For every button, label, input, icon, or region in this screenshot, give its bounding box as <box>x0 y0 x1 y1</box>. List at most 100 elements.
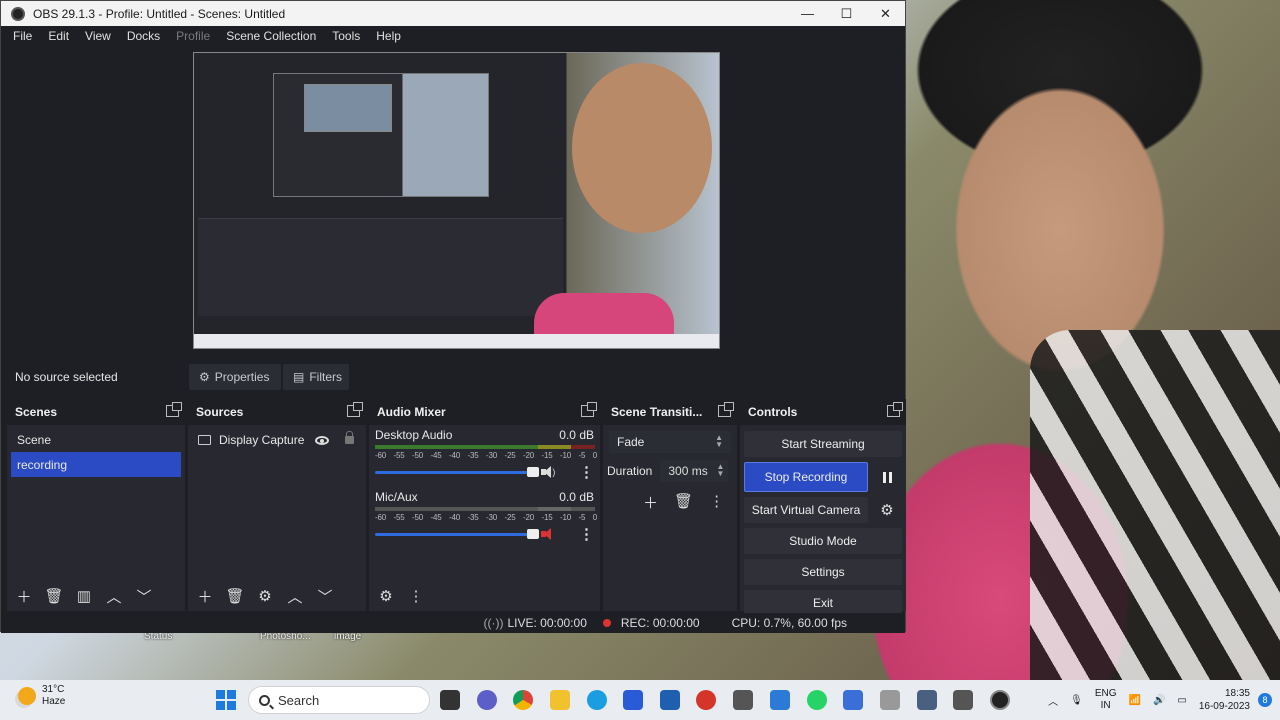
weather-widget[interactable]: 31°C Haze <box>18 684 65 708</box>
whatsapp-icon[interactable] <box>807 690 827 710</box>
slider-handle[interactable] <box>527 466 540 477</box>
properties-button[interactable]: ⚙ Properties <box>189 364 281 390</box>
app-icon[interactable] <box>623 690 643 710</box>
lock-icon[interactable] <box>345 431 354 444</box>
notification-badge[interactable]: 8 <box>1258 693 1272 707</box>
virtual-camera-gear-icon[interactable]: ⚙ <box>872 497 902 523</box>
obs-taskbar-icon[interactable] <box>990 690 1010 710</box>
source-properties-gear-icon[interactable]: ⚙ <box>254 585 276 607</box>
search-label: Search <box>278 692 320 708</box>
pause-recording-icon[interactable] <box>872 463 902 491</box>
wifi-icon[interactable]: 📶 <box>1128 695 1140 706</box>
title-bar[interactable]: OBS 29.1.3 - Profile: Untitled - Scenes:… <box>1 1 905 26</box>
undock-icon[interactable] <box>887 402 903 417</box>
menu-file[interactable]: File <box>5 29 40 43</box>
close-button[interactable]: ✕ <box>866 1 905 26</box>
controls-title: Controls <box>748 405 798 419</box>
add-transition-icon[interactable]: ＋ <box>643 492 658 513</box>
speaker-icon[interactable]: ) <box>541 465 557 479</box>
calculator-icon[interactable] <box>953 690 973 710</box>
add-scene-icon[interactable]: ＋ <box>13 585 35 607</box>
minimize-button[interactable]: — <box>788 1 827 26</box>
stop-recording-button[interactable]: Stop Recording <box>744 462 868 492</box>
add-source-icon[interactable]: ＋ <box>194 585 216 607</box>
move-down-icon[interactable]: ﹀ <box>133 585 155 607</box>
scene-item-selected[interactable]: recording <box>11 452 181 477</box>
scene-item[interactable]: Scene <box>7 427 185 452</box>
menu-edit[interactable]: Edit <box>40 29 77 43</box>
live-status: LIVE: 00:00:00 <box>507 616 587 630</box>
preview-taskbar <box>194 334 719 348</box>
muted-speaker-icon[interactable] <box>541 527 557 541</box>
menu-docks[interactable]: Docks <box>119 29 168 43</box>
chevron-updown-icon: ▲ ▼ <box>715 433 723 449</box>
move-up-icon[interactable]: ︿ <box>103 585 125 607</box>
chevron-updown-icon[interactable]: ▲ ▼ <box>716 463 724 478</box>
app-icon[interactable] <box>843 690 863 710</box>
chevron-up-icon[interactable]: ︿ <box>1048 693 1058 708</box>
menu-tools[interactable]: Tools <box>324 29 368 43</box>
move-up-icon[interactable]: ︿ <box>284 585 306 607</box>
remove-source-icon[interactable]: 🗑 <box>224 585 246 607</box>
battery-icon[interactable]: ▭ <box>1177 695 1186 706</box>
clock[interactable]: 18:35 16-09-2023 <box>1199 687 1250 713</box>
advanced-audio-gear-icon[interactable]: ⚙ <box>375 585 397 607</box>
gear-icon: ⚙ <box>199 370 210 384</box>
filters-button[interactable]: ▤ Filters <box>283 364 349 390</box>
sources-footer: ＋ 🗑 ⚙ ︿ ﹀ <box>188 581 366 611</box>
edge-icon[interactable] <box>587 690 607 710</box>
camera-icon[interactable] <box>917 690 937 710</box>
status-bar: ((·)) LIVE: 00:00:00 REC: 00:00:00 CPU: … <box>1 613 905 633</box>
menu-view[interactable]: View <box>77 29 119 43</box>
slider-handle[interactable] <box>527 528 540 539</box>
menu-help[interactable]: Help <box>368 29 409 43</box>
studio-mode-button[interactable]: Studio Mode <box>744 528 902 554</box>
menu-profile[interactable]: Profile <box>168 29 218 43</box>
eye-icon[interactable] <box>315 435 329 445</box>
transition-menu-icon[interactable]: ⋮ <box>709 492 724 513</box>
transition-select[interactable]: Fade ▲ ▼ <box>609 431 731 453</box>
vscode-icon[interactable] <box>770 690 790 710</box>
source-item[interactable]: Display Capture <box>188 427 366 453</box>
app-icon[interactable] <box>733 690 753 710</box>
system-tray: ︿ 🎙 ENG IN 📶 🔊 ▭ 18:35 16-09-2023 8 <box>1048 680 1280 720</box>
file-explorer-icon[interactable] <box>550 690 570 710</box>
start-virtual-camera-button[interactable]: Start Virtual Camera <box>744 497 868 523</box>
remove-transition-icon[interactable]: 🗑 <box>674 492 693 513</box>
devcpp-icon[interactable] <box>696 690 716 710</box>
app-icon[interactable] <box>880 690 900 710</box>
scenes-footer: ＋ 🗑 ▥ ︿ ﹀ <box>7 581 185 611</box>
task-view-icon[interactable] <box>440 690 460 710</box>
more-options-icon[interactable]: ⋮ <box>579 527 594 542</box>
transition-selected: Fade <box>617 435 645 449</box>
audio-mixer-footer: ⚙ ⋮ <box>369 581 600 611</box>
transitions-title: Scene Transiti... <box>611 405 703 419</box>
undock-icon[interactable] <box>347 402 363 417</box>
scene-filters-icon[interactable]: ▥ <box>73 585 95 607</box>
mixer-menu-icon[interactable]: ⋮ <box>405 585 427 607</box>
program-preview[interactable] <box>193 52 720 349</box>
duration-spinbox[interactable]: 300 ms ▲ ▼ <box>660 460 729 482</box>
undock-icon[interactable] <box>581 402 597 417</box>
chrome-icon[interactable] <box>513 690 533 710</box>
weather-desc: Haze <box>42 696 66 707</box>
menu-scene-collection[interactable]: Scene Collection <box>218 29 324 43</box>
start-streaming-button[interactable]: Start Streaming <box>744 431 902 457</box>
taskbar-search[interactable]: Search <box>248 686 430 714</box>
remove-scene-icon[interactable]: 🗑 <box>43 585 65 607</box>
windows-start-icon[interactable] <box>216 690 236 710</box>
volume-icon[interactable]: 🔊 <box>1153 695 1165 706</box>
settings-button[interactable]: Settings <box>744 559 902 585</box>
volume-slider[interactable] <box>375 528 540 539</box>
volume-meter <box>375 445 595 449</box>
language-indicator[interactable]: ENG IN <box>1095 688 1117 712</box>
maximize-button[interactable]: ☐ <box>827 1 866 26</box>
undock-icon[interactable] <box>718 402 734 417</box>
microphone-icon[interactable]: 🎙 <box>1070 695 1083 706</box>
undock-icon[interactable] <box>166 402 182 417</box>
chat-icon[interactable] <box>477 690 497 710</box>
move-down-icon[interactable]: ﹀ <box>314 585 336 607</box>
more-options-icon[interactable]: ⋮ <box>579 465 594 480</box>
store-icon[interactable] <box>660 690 680 710</box>
volume-slider[interactable] <box>375 466 540 477</box>
